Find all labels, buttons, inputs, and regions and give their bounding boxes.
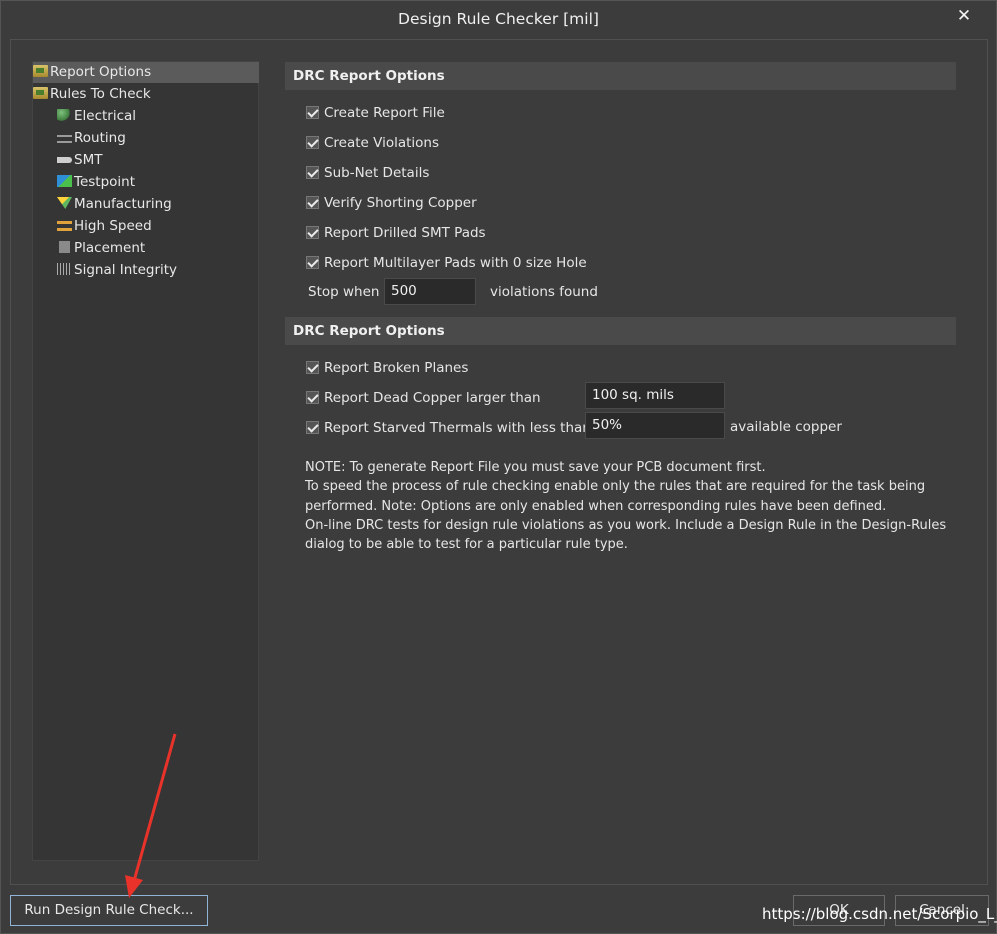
- annotation-arrow-icon: [125, 733, 177, 898]
- design-rule-checker-dialog: Design Rule Checker [mil] ✕ Report Optio…: [0, 0, 997, 934]
